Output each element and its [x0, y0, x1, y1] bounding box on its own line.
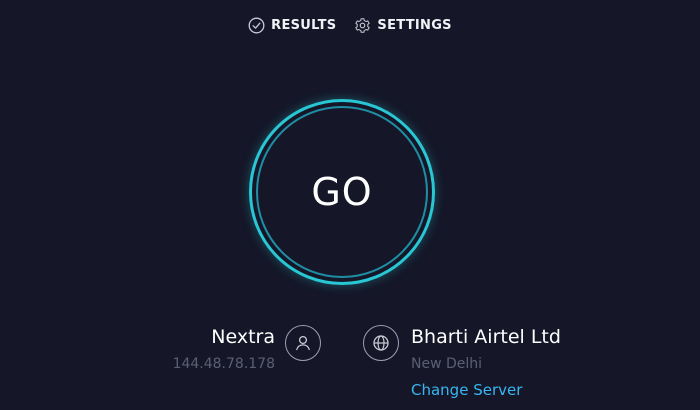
isp-name: Nextra: [211, 326, 275, 348]
server-location: New Delhi: [411, 356, 483, 372]
go-label: GO: [311, 170, 373, 214]
gear-icon: [354, 17, 371, 34]
ip-address: 144.48.78.178: [172, 356, 275, 372]
globe-icon: [363, 325, 399, 361]
check-circle-icon: [248, 17, 265, 34]
settings-label: SETTINGS: [377, 17, 452, 33]
top-nav: RESULTS SETTINGS: [0, 14, 700, 36]
results-label: RESULTS: [271, 17, 337, 33]
settings-tab[interactable]: SETTINGS: [354, 17, 452, 34]
go-button[interactable]: GO: [256, 106, 428, 278]
user-icon: [285, 325, 321, 361]
results-tab[interactable]: RESULTS: [248, 17, 336, 34]
change-server-link[interactable]: Change Server: [411, 381, 522, 399]
server-name: Bharti Airtel Ltd: [411, 326, 561, 348]
